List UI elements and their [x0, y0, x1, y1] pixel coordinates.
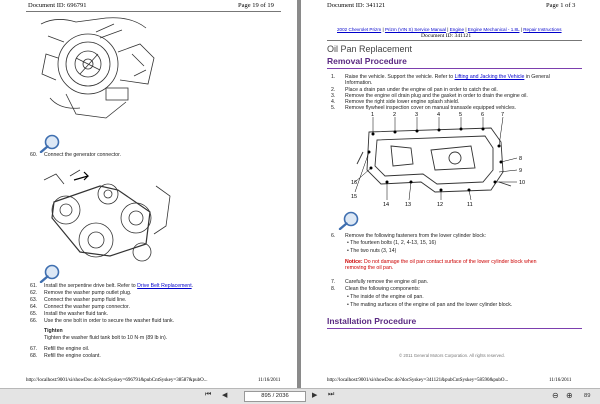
- magnifier-icon[interactable]: [38, 263, 62, 283]
- breadcrumb-item[interactable]: Engine: [450, 27, 464, 32]
- diagram-label: 8: [519, 156, 522, 162]
- bullet-item: • The fourteen bolts (1, 2, 4-13, 15, 16…: [347, 240, 437, 246]
- step-text: Install the serpentine drive belt. Refer…: [44, 283, 194, 289]
- footer-date: 11/16/2011: [258, 378, 281, 383]
- heading-rule: [327, 328, 582, 329]
- step-text: Remove flywheel inspection cover on manu…: [345, 105, 516, 111]
- bullet-item: • The mating surfaces of the engine oil …: [347, 302, 513, 308]
- step-text: Clean the following components:: [345, 286, 420, 292]
- generator-illustration: [40, 17, 155, 119]
- page-number: Page 1 of 3: [546, 2, 576, 9]
- drive-belt-replacement-link[interactable]: Drive Belt Replacement: [137, 283, 192, 289]
- step-text: Information.: [345, 80, 373, 86]
- diagram-label: 9: [519, 168, 522, 174]
- lifting-jacking-link[interactable]: Lifting and Jacking the Vehicle: [455, 74, 525, 80]
- breadcrumb-item[interactable]: Engine Mechanical - 1.8L: [468, 27, 520, 32]
- step-number: 1.: [331, 74, 336, 80]
- diagram-label: 2: [393, 112, 396, 118]
- step-text: Remove the washer pump outlet plug.: [44, 290, 132, 296]
- step-number: 67.: [30, 346, 38, 352]
- page-number: Page 19 of 19: [238, 2, 274, 9]
- page-title: Oil Pan Replacement: [327, 44, 413, 54]
- breadcrumb: 2002 Chevrolet Prizm | Prizm (VIN S) Ser…: [337, 27, 562, 32]
- diagram-label: 11: [467, 202, 473, 207]
- tighten-text: Tighten the washer fluid tank bolt to 10…: [44, 335, 168, 341]
- removal-heading: Removal Procedure: [327, 56, 407, 66]
- diagram-label: 16: [351, 180, 357, 186]
- diagram-label: 7: [501, 112, 504, 118]
- oil-pan-diagram: 1 2 3 4 5 6 7 16 15 8 9 10 14 13 12 11: [351, 112, 525, 207]
- step-number: 7.: [331, 279, 336, 285]
- step-text: Refill the engine oil.: [44, 346, 90, 352]
- drive-belt-illustration: [43, 169, 171, 262]
- step-number: 60.: [30, 152, 38, 158]
- breadcrumb-item[interactable]: Prizm (VIN S) Service Manual: [385, 27, 446, 32]
- step-number: 5.: [331, 105, 336, 111]
- header-rule: [327, 40, 582, 41]
- diagram-label: 3: [415, 112, 418, 118]
- last-page-button[interactable]: ⏭: [328, 391, 334, 399]
- copyright: © 2011 General Motors Corporation. All r…: [399, 353, 505, 358]
- step-number: 61.: [30, 283, 38, 289]
- diagram-label: 12: [437, 202, 443, 207]
- step-text: Carefully remove the engine oil pan.: [345, 279, 429, 285]
- notice-text-cont: removing the oil pan.: [345, 265, 394, 271]
- footer-date: 11/16/2011: [549, 378, 572, 383]
- pdf-page-right: Document ID: 341121 Page 1 of 3 2002 Che…: [301, 0, 600, 388]
- document-id: Document ID: 341121: [327, 2, 386, 9]
- bullet-item: • The two nuts (3, 14): [347, 248, 397, 254]
- document-id-center: Document ID: 341121: [421, 33, 472, 39]
- diagram-label: 4: [437, 112, 440, 118]
- diagram-label: 13: [405, 202, 411, 207]
- step-number: 65.: [30, 311, 38, 317]
- diagram-label: 10: [519, 180, 525, 186]
- magnifier-icon[interactable]: [38, 133, 62, 153]
- step-number: 68.: [30, 353, 38, 359]
- step-number: 63.: [30, 297, 38, 303]
- previous-page-button[interactable]: ◀: [222, 391, 227, 399]
- step-text: Connect the washer pump fluid line.: [44, 297, 127, 303]
- step-text: Remove the following fasteners from the …: [345, 233, 486, 239]
- step-text: Use the one bolt in order to secure the …: [44, 318, 175, 324]
- diagram-label: 15: [351, 194, 357, 200]
- step-number: 6.: [331, 233, 336, 239]
- breadcrumb-item[interactable]: 2002 Chevrolet Prizm: [337, 27, 381, 32]
- document-id: Document ID: 696791: [28, 2, 87, 9]
- pdf-page-left: Document ID: 696791 Page 19 of 19 60. Co…: [0, 0, 297, 388]
- zoom-out-icon[interactable]: ⊖: [552, 391, 559, 400]
- step-number: 64.: [30, 304, 38, 310]
- step-text: Connect the generator connector.: [44, 152, 121, 158]
- footer-url: http://localhost:9001/si/showDoc.do?docS…: [327, 378, 509, 383]
- diagram-label: 5: [459, 112, 462, 118]
- tighten-title: Tighten: [44, 328, 63, 334]
- page-number-input[interactable]: 895 / 2036: [244, 391, 306, 402]
- step-number: 8.: [331, 286, 336, 292]
- step-text: Connect the washer pump connector.: [44, 304, 130, 310]
- diagram-label: 14: [383, 202, 389, 207]
- bullet-item: • The inside of the engine oil pan.: [347, 294, 424, 300]
- step-number: 62.: [30, 290, 38, 296]
- diagram-label: 6: [481, 112, 484, 118]
- step-text: Raise the vehicle. Support the vehicle. …: [345, 74, 550, 80]
- viewer-toolbar: ⏮ ◀ 895 / 2036 ▶ ⏭ ⊖ ⊕ 89: [0, 388, 600, 404]
- next-page-button[interactable]: ▶: [312, 391, 317, 399]
- installation-heading: Installation Procedure: [327, 316, 417, 326]
- diagram-label: 1: [371, 112, 374, 118]
- footer-url: http://localhost:9001/si/showDoc.do?docS…: [26, 378, 208, 383]
- breadcrumb-item[interactable]: Repair Instructions: [523, 27, 561, 32]
- first-page-button[interactable]: ⏮: [205, 391, 211, 399]
- zoom-level[interactable]: 89: [584, 393, 590, 399]
- step-text: Refill the engine coolant.: [44, 353, 101, 359]
- heading-rule: [327, 68, 582, 69]
- zoom-in-icon[interactable]: ⊕: [566, 391, 573, 400]
- header-rule: [26, 11, 281, 12]
- step-number: 66.: [30, 318, 38, 324]
- step-text: Install the washer fluid tank.: [44, 311, 109, 317]
- magnifier-icon[interactable]: [337, 210, 361, 230]
